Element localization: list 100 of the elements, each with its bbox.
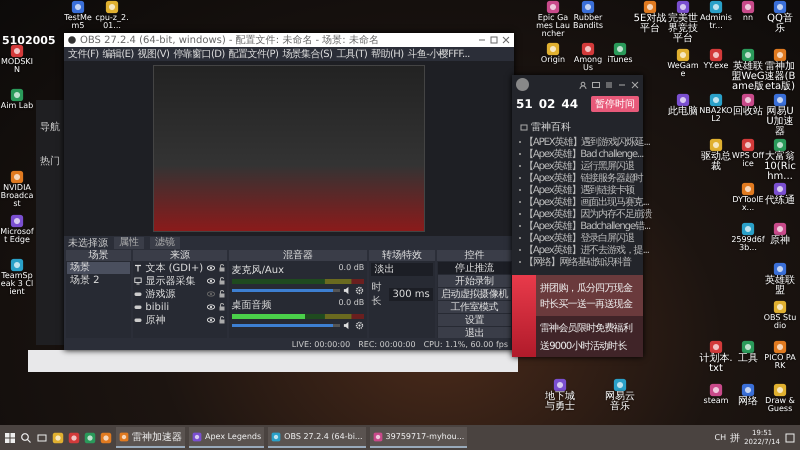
source-item[interactable]: 游戏源 <box>145 287 204 301</box>
app-icon[interactable] <box>105 0 119 14</box>
article-link[interactable]: 【Apex英雄】画面出现马赛克... <box>524 195 649 209</box>
app-icon[interactable] <box>741 222 755 236</box>
app-icon[interactable] <box>741 0 755 14</box>
mail-icon[interactable] <box>592 80 600 88</box>
taskbar-app-icon[interactable] <box>68 432 80 444</box>
close-icon[interactable] <box>631 80 639 88</box>
article-link[interactable]: 【Apex英雄】链接服务器超时 <box>524 171 643 185</box>
settings-icon[interactable] <box>355 286 364 295</box>
menu-item[interactable]: 配置文件(P) <box>228 47 278 61</box>
app-icon[interactable] <box>643 0 657 14</box>
app-icon[interactable] <box>741 48 755 62</box>
notification-icon[interactable] <box>784 432 796 444</box>
article-link[interactable]: 【Apex英雄】运行黑屏闪退 <box>524 159 634 173</box>
taskbar-button[interactable]: 39759717-myhou... <box>370 427 468 448</box>
app-icon[interactable] <box>10 170 24 184</box>
app-icon[interactable] <box>741 182 755 196</box>
menu-item[interactable]: 编辑(E) <box>102 47 134 61</box>
menu-item[interactable]: 场景集合(S) <box>282 47 332 61</box>
close-icon[interactable] <box>502 36 510 44</box>
app-icon[interactable] <box>773 222 787 236</box>
volume-slider[interactable] <box>232 289 333 292</box>
app-icon[interactable] <box>773 0 787 14</box>
source-item[interactable]: 显示器采集 <box>145 274 204 288</box>
app-icon[interactable] <box>676 0 690 14</box>
article-link[interactable]: 【网络】网络基础知识科普 <box>524 255 631 269</box>
menu-item[interactable]: 文件(F) <box>68 47 99 61</box>
menu-item[interactable]: 视图(V) <box>138 47 170 61</box>
app-icon[interactable] <box>741 340 755 354</box>
taskbar-app-icon[interactable] <box>100 432 112 444</box>
taskbar-app-icon[interactable] <box>84 432 96 444</box>
taskbar-button[interactable]: Apex Legends <box>189 427 264 448</box>
task-view-icon[interactable] <box>36 432 48 444</box>
tray-indicator[interactable]: CH <box>714 433 726 442</box>
scene-item[interactable]: 场景 <box>67 262 130 274</box>
app-icon[interactable] <box>773 383 787 397</box>
tray-indicator[interactable]: 拼 <box>730 430 740 444</box>
article-link[interactable]: 【APEX英雄】遇到游戏闪烁延... <box>524 135 650 149</box>
nav-item[interactable]: 热门 <box>40 154 60 168</box>
source-item[interactable]: 文本 (GDI+) <box>145 261 204 275</box>
app-icon[interactable] <box>741 93 755 107</box>
app-icon[interactable] <box>773 93 787 107</box>
menu-item[interactable]: 停靠窗口(D) <box>173 47 225 61</box>
duration-field[interactable]: 300 ms <box>389 288 433 300</box>
app-icon[interactable] <box>546 0 560 14</box>
article-link[interactable]: 【Apex英雄】Bad challenge... <box>524 147 644 161</box>
app-icon[interactable] <box>553 378 567 392</box>
search-icon[interactable] <box>20 432 32 444</box>
app-icon[interactable] <box>676 48 690 62</box>
control-button[interactable]: 退出 <box>438 327 512 339</box>
app-icon[interactable] <box>71 0 85 14</box>
start-icon[interactable] <box>4 432 16 444</box>
nav-item[interactable]: 导航 <box>40 120 60 134</box>
app-icon[interactable] <box>10 258 24 272</box>
taskbar-app-icon[interactable] <box>52 432 64 444</box>
article-link[interactable]: 【Apex英雄】进不去游戏，提... <box>524 243 649 257</box>
control-button[interactable]: 启动虚拟摄像机 <box>438 288 512 300</box>
settings-icon[interactable] <box>355 321 364 330</box>
app-icon[interactable] <box>613 42 627 56</box>
app-icon[interactable] <box>613 378 627 392</box>
taskbar-button[interactable]: 雷神加速器 <box>116 427 185 448</box>
scene-item[interactable]: 场景 2 <box>67 275 130 287</box>
app-icon[interactable] <box>773 138 787 152</box>
volume-slider[interactable] <box>232 324 333 327</box>
taskbar-button[interactable]: OBS 27.2.4 (64-bi... <box>268 427 366 448</box>
member-banner[interactable]: 雷神会员限时免费福利 送9000小时活动时长 <box>536 316 643 357</box>
app-icon[interactable] <box>546 42 560 56</box>
menu-icon[interactable] <box>605 80 613 88</box>
avatar[interactable] <box>516 78 529 91</box>
app-icon[interactable] <box>581 42 595 56</box>
menu-item[interactable]: 帮助(H) <box>371 47 404 61</box>
app-icon[interactable] <box>709 48 723 62</box>
source-item[interactable]: bibili <box>145 302 204 312</box>
article-link[interactable]: 【Apex英雄】Badchallenge错... <box>524 219 650 233</box>
user-icon[interactable] <box>579 80 587 88</box>
app-icon[interactable] <box>709 383 723 397</box>
lock-icon[interactable] <box>218 316 226 324</box>
control-button[interactable]: 开始录制 <box>438 275 512 287</box>
app-icon[interactable] <box>741 383 755 397</box>
source-bar-button[interactable]: 属性 <box>114 237 144 249</box>
transition-select[interactable]: 淡出 <box>371 263 433 276</box>
promo-banner[interactable]: 拼团购，瓜分四万现金 时长买一送一再送现金 <box>536 275 643 316</box>
maximize-icon[interactable] <box>490 36 498 44</box>
menu-item[interactable]: 斗鱼-小樱FFF... <box>408 47 470 61</box>
app-icon[interactable] <box>10 214 24 228</box>
lock-icon[interactable] <box>218 303 226 311</box>
control-button[interactable]: 设置 <box>438 314 512 326</box>
lock-icon[interactable] <box>218 277 226 285</box>
app-icon[interactable] <box>709 93 723 107</box>
source-bar-button[interactable]: 滤镜 <box>150 237 180 249</box>
control-button[interactable]: 工作室模式 <box>438 301 512 313</box>
article-link[interactable]: 【Apex英雄】遇到链接卡顿 <box>524 183 634 197</box>
app-icon[interactable] <box>773 48 787 62</box>
article-link[interactable]: 【Apex英雄】因为内存不足崩溃 <box>524 207 652 221</box>
menu-item[interactable]: 工具(T) <box>336 47 368 61</box>
source-item[interactable]: 原神 <box>145 313 204 327</box>
lock-icon[interactable] <box>218 264 226 272</box>
app-icon[interactable] <box>709 340 723 354</box>
app-icon[interactable] <box>676 93 690 107</box>
